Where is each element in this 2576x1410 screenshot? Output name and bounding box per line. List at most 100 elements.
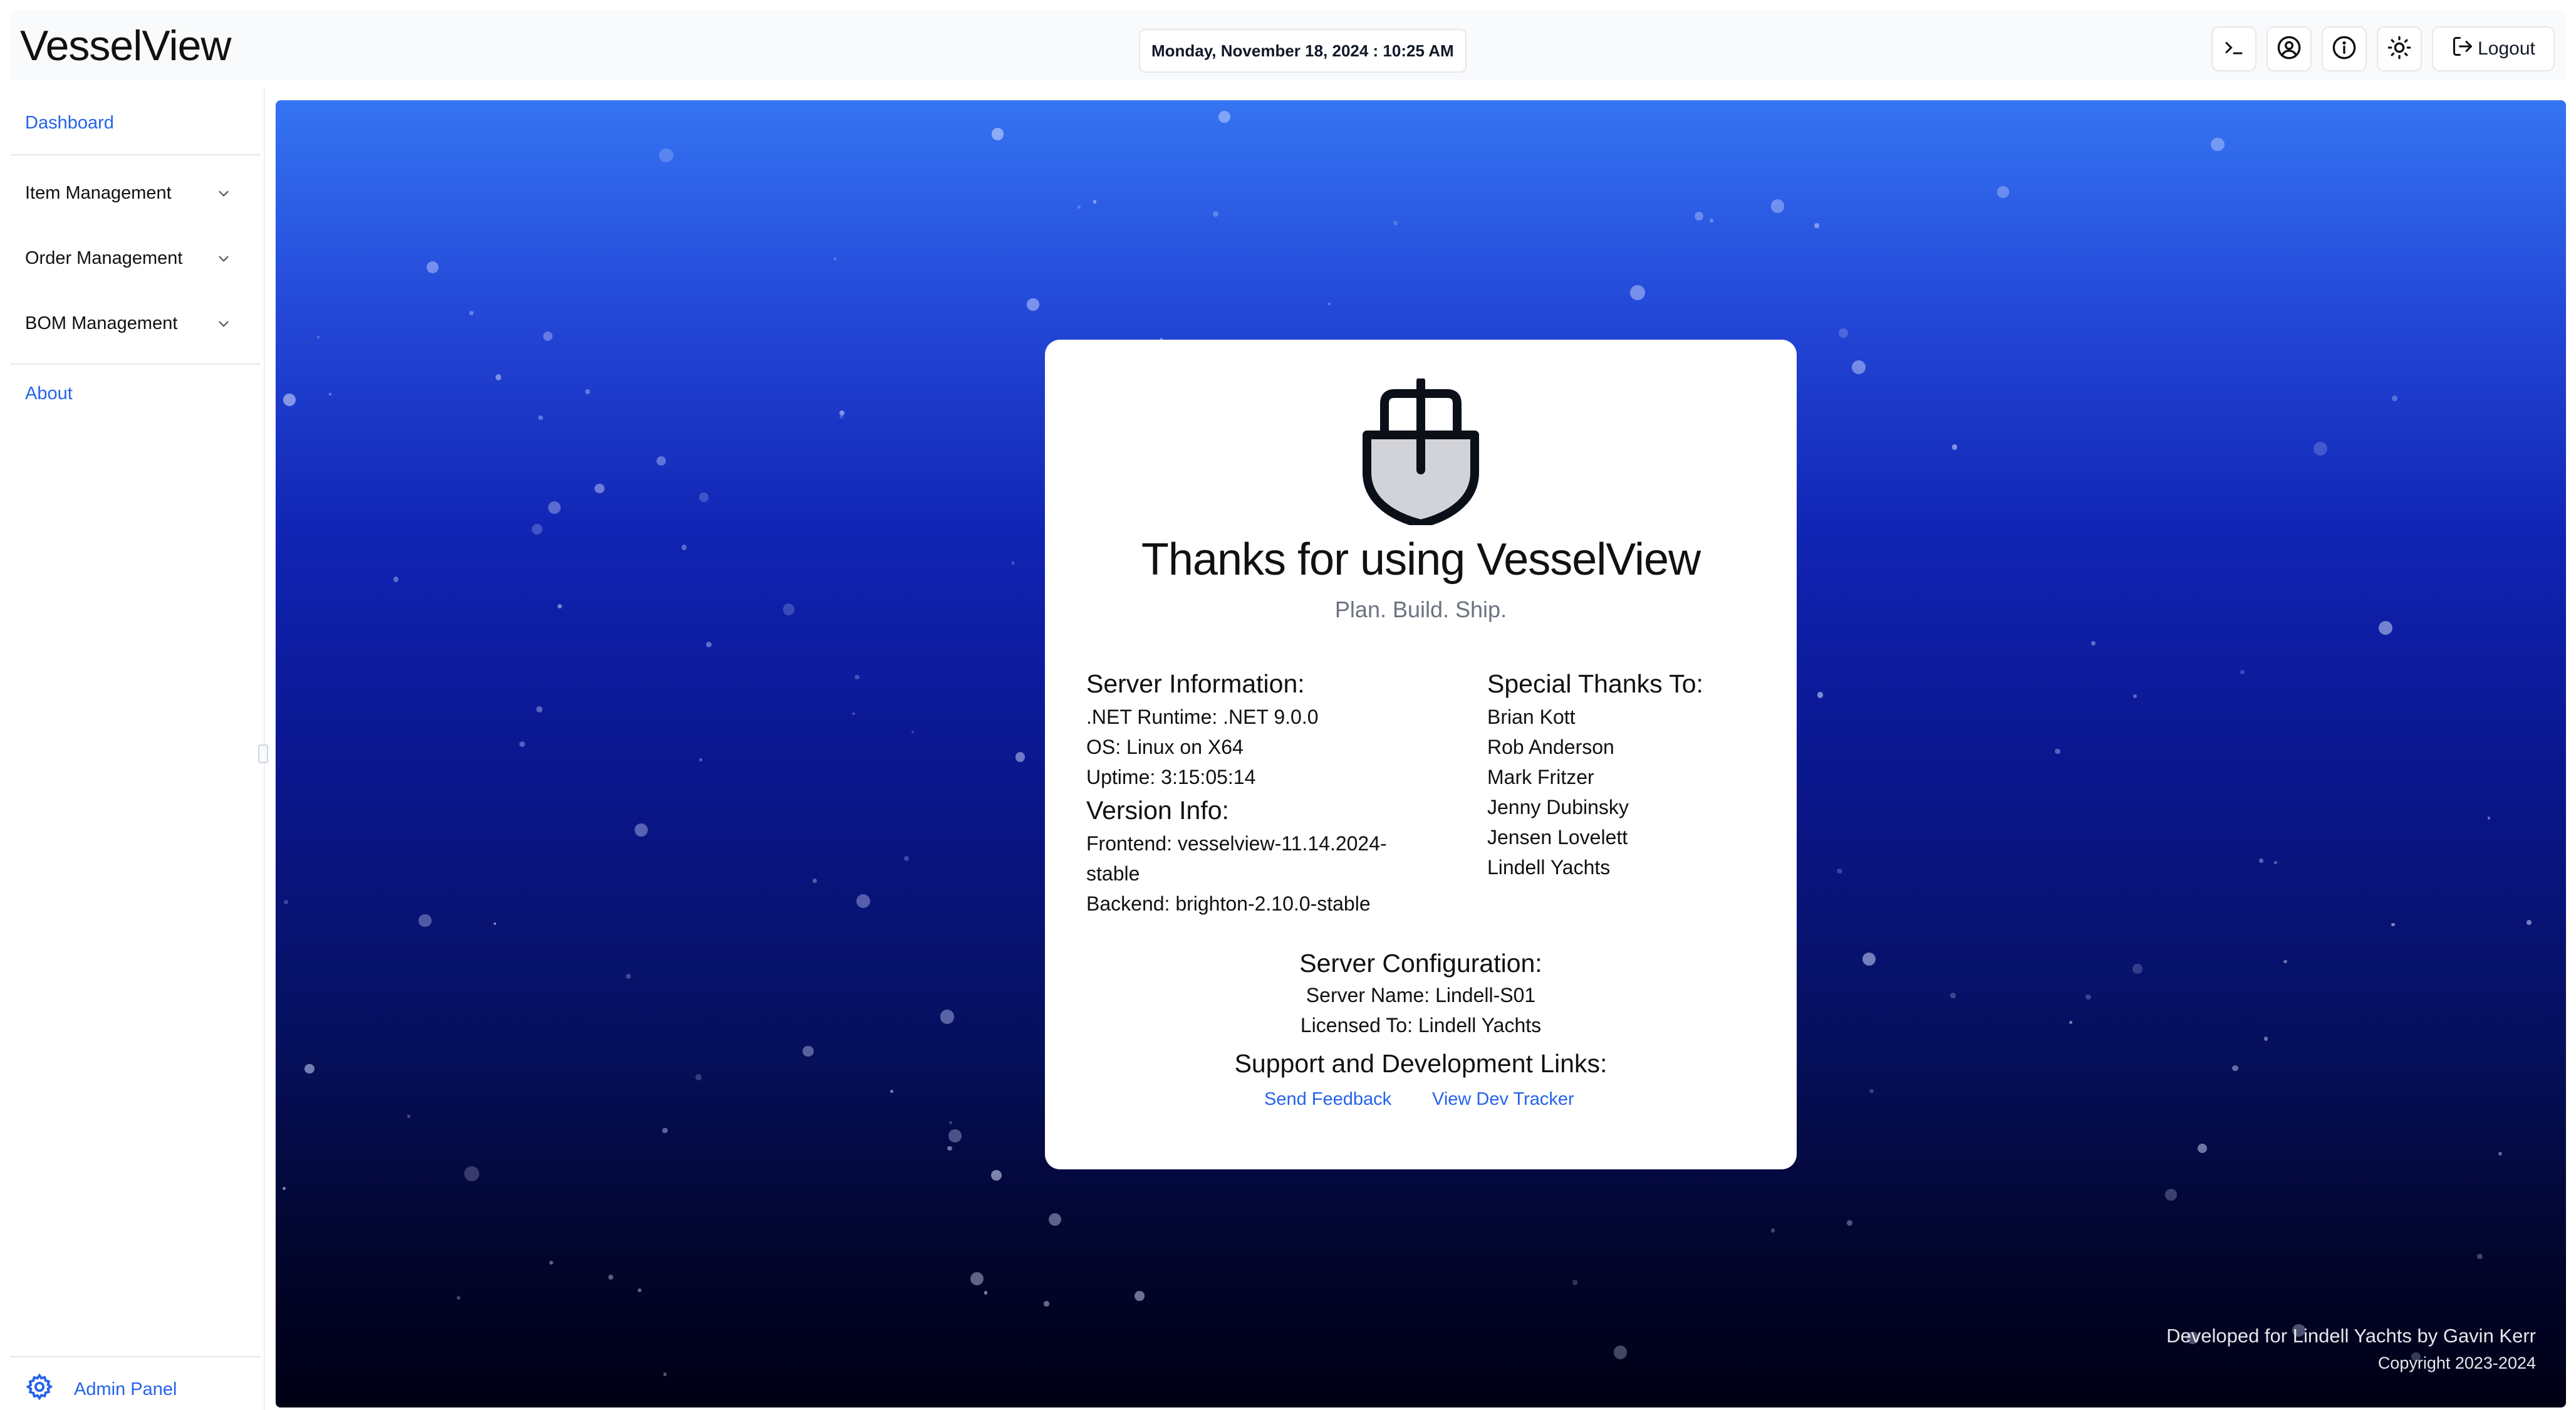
copyright: Copyright 2023-2024: [2377, 1354, 2536, 1372]
logout-button[interactable]: Logout: [2432, 26, 2555, 71]
server-info-heading: Server Information:: [1086, 669, 1305, 698]
star-dot: [890, 1090, 894, 1094]
star-dot: [1770, 1228, 1775, 1233]
star-dot: [1709, 218, 1713, 222]
divider: [10, 363, 261, 365]
star-dot: [638, 1288, 642, 1292]
star-dot: [2488, 817, 2491, 820]
divider: [10, 1356, 261, 1357]
star-dot: [2274, 861, 2277, 864]
star-dot: [1011, 561, 1014, 565]
star-dot: [1952, 444, 1958, 450]
star-dot: [2498, 1151, 2502, 1156]
star-dot: [991, 1170, 1002, 1181]
sidebar-item-dashboard[interactable]: Dashboard: [25, 113, 114, 133]
star-dot: [1613, 1345, 1627, 1359]
star-dot: [662, 1127, 668, 1134]
star-dot: [1997, 186, 2009, 198]
star-dot: [947, 1146, 952, 1151]
star-dot: [2164, 1189, 2177, 1201]
info-button[interactable]: [2322, 26, 2367, 71]
star-dot: [699, 758, 702, 762]
chevron-down-icon: [216, 185, 232, 207]
theme-toggle-button[interactable]: [2377, 26, 2422, 71]
dev-tracker-link[interactable]: View Dev Tracker: [1432, 1089, 1574, 1110]
star-dot: [1950, 993, 1956, 998]
star-dot: [2091, 640, 2096, 645]
sidebar-item-about[interactable]: About: [25, 384, 73, 404]
star-dot: [1218, 111, 1230, 123]
user-circle-icon: [2277, 35, 2302, 63]
star-dot: [856, 894, 871, 909]
star-dot: [948, 1120, 953, 1124]
gear-icon: [25, 1372, 54, 1406]
star-dot: [2259, 859, 2264, 863]
star-dot: [2391, 395, 2397, 402]
sidebar-item-bom-management[interactable]: BOM Management: [25, 313, 232, 334]
star-dot: [1862, 953, 1876, 966]
star-dot: [656, 456, 667, 466]
star-dot: [594, 483, 605, 494]
datetime-display: Monday, November 18, 2024 : 10:25 AM: [1139, 29, 1467, 73]
star-dot: [536, 706, 543, 713]
profile-button[interactable]: [2267, 26, 2312, 71]
about-title: Thanks for using VesselView: [1141, 535, 1701, 585]
star-dot: [418, 914, 432, 927]
star-dot: [495, 374, 502, 380]
star-dot: [2055, 748, 2060, 755]
sidebar-resize-handle[interactable]: [258, 744, 268, 763]
star-dot: [1869, 1089, 1874, 1094]
sidebar-item-item-management[interactable]: Item Management: [25, 183, 232, 204]
star-dot: [852, 712, 856, 716]
admin-panel-link[interactable]: Admin Panel: [25, 1372, 177, 1406]
special-thanks-heading: Special Thanks To:: [1487, 669, 1703, 698]
star-dot: [992, 128, 1004, 140]
star-dot: [1393, 220, 1398, 226]
star-dot: [2391, 922, 2395, 927]
star-dot: [519, 741, 526, 747]
sidebar-item-order-management[interactable]: Order Management: [25, 248, 232, 269]
info-icon: [2332, 35, 2357, 63]
star-dot: [1846, 1219, 1853, 1226]
runtime-line: .NET Runtime: .NET 9.0.0: [1086, 706, 1319, 728]
star-dot: [304, 1063, 314, 1073]
star-dot: [1814, 223, 1819, 228]
links-heading: Support and Development Links:: [1234, 1049, 1607, 1078]
thanks-name: Jenny Dubinsky: [1487, 796, 1629, 818]
star-dot: [1817, 692, 1824, 698]
star-dot: [1630, 285, 1645, 300]
star-dot: [1212, 211, 1218, 217]
star-dot: [557, 603, 563, 609]
star-dot: [457, 1296, 461, 1300]
star-dot: [427, 261, 439, 274]
top-header: VesselView Monday, November 18, 2024 : 1…: [10, 10, 2566, 80]
star-dot: [2133, 694, 2137, 698]
star-dot: [316, 336, 319, 339]
os-line: OS: Linux on X64: [1086, 736, 1244, 758]
star-dot: [911, 730, 915, 734]
star-dot: [284, 900, 289, 905]
chevron-down-icon: [216, 251, 232, 272]
sidebar-item-label: Item Management: [25, 183, 172, 203]
star-dot: [2085, 994, 2091, 1000]
send-feedback-link[interactable]: Send Feedback: [1264, 1089, 1391, 1110]
star-dot: [705, 641, 712, 648]
star-dot: [783, 603, 795, 615]
star-dot: [282, 1186, 286, 1190]
frontend-version-line: Frontend: vesselview-11.14.2024-: [1086, 832, 1387, 855]
star-dot: [1695, 211, 1704, 221]
star-dot: [2527, 920, 2532, 925]
star-dot: [970, 1272, 984, 1286]
admin-panel-label: Admin Panel: [74, 1379, 177, 1399]
star-dot: [328, 392, 331, 396]
star-dot: [1838, 328, 1848, 338]
server-name-line: Server Name: Lindell-S01: [1306, 984, 1536, 1006]
star-dot: [608, 1275, 614, 1280]
star-dot: [584, 389, 590, 395]
terminal-button[interactable]: [2211, 26, 2257, 71]
star-dot: [626, 974, 631, 979]
star-dot: [548, 501, 561, 514]
star-dot: [984, 1291, 988, 1295]
star-dot: [1572, 1280, 1578, 1285]
about-card: Thanks for using VesselView Plan. Build.…: [1045, 340, 1797, 1169]
